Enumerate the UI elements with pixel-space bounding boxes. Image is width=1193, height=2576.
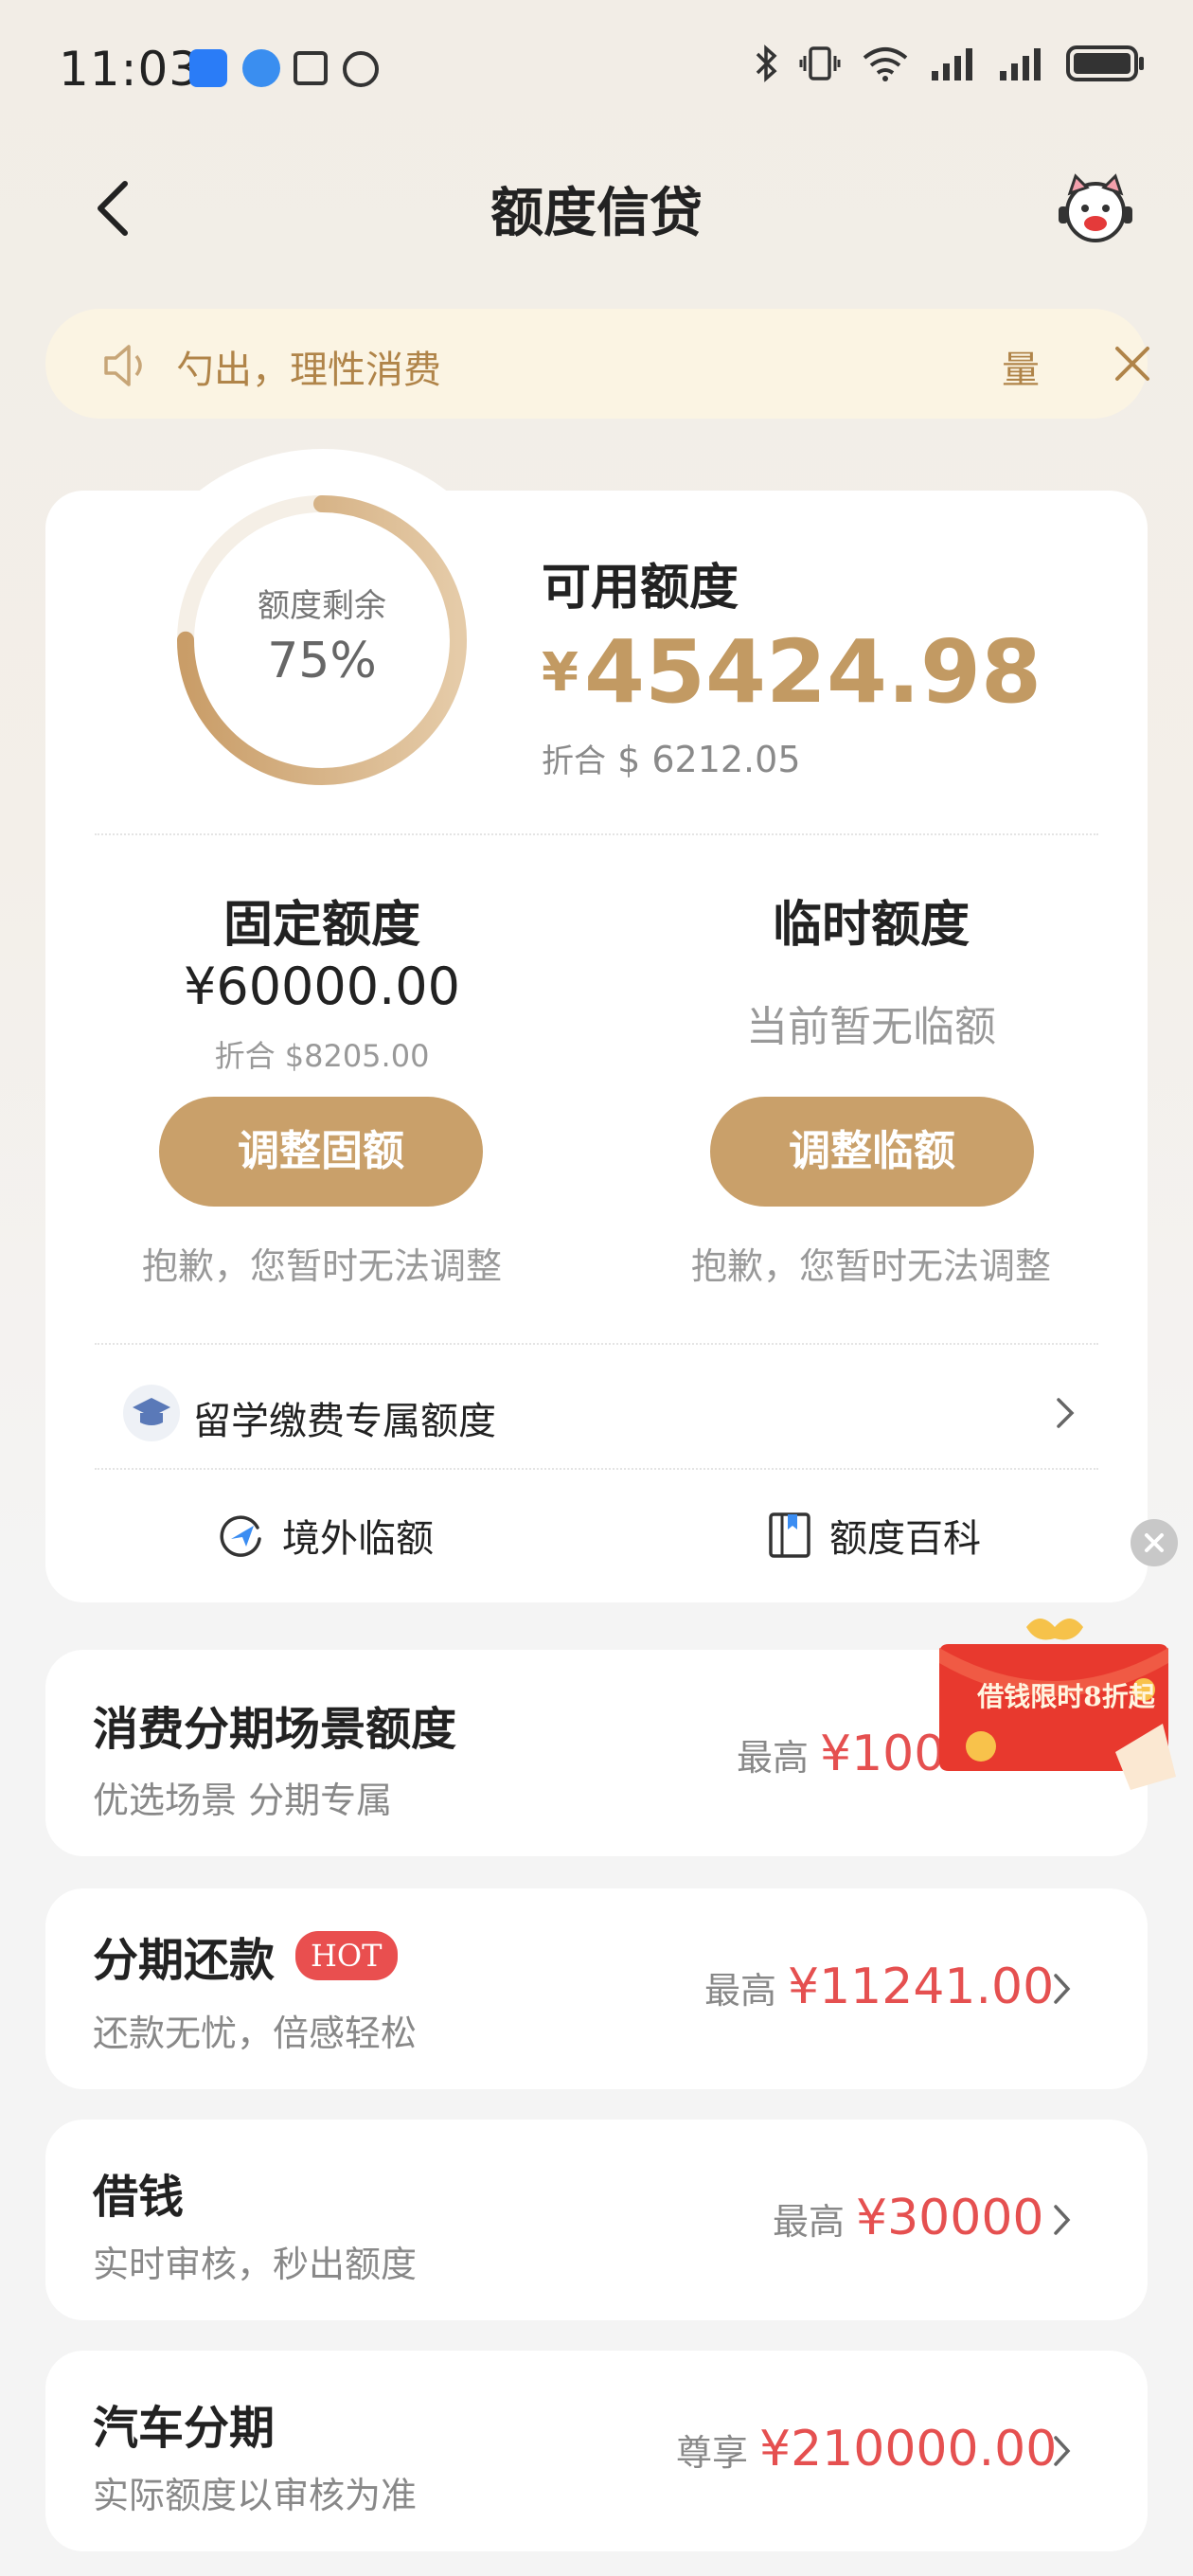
battery-icon: [1066, 45, 1144, 81]
overseas-temp-credit-link[interactable]: 境外临额: [216, 1502, 434, 1568]
signal-1-icon: [932, 48, 972, 80]
product-title-row: 分期还款 HOT: [93, 1923, 398, 1989]
study-abroad-credit-label: 留学缴费专属额度: [193, 1400, 496, 1443]
currency-symbol: ¥: [542, 642, 579, 704]
back-arrow-icon[interactable]: [85, 170, 142, 246]
status-time: 11:03: [59, 42, 201, 97]
fixed-credit-amount: ¥60000.00: [183, 957, 461, 1016]
limit-prefix: 最高: [737, 1737, 810, 1779]
product-title: 分期还款: [93, 1934, 276, 1987]
temp-credit-none: 当前暂无临额: [746, 1003, 996, 1051]
fixed-credit-usd: 折合 $8205.00: [214, 1038, 430, 1074]
fixed-adjust-note: 抱歉，您暂时无法调整: [141, 1245, 502, 1287]
notice-bar[interactable]: 勺出，理性消费 量: [45, 309, 1149, 419]
app-notification-icon: [189, 49, 227, 87]
divider: [95, 833, 1098, 835]
usd-amount: $ 6212.05: [617, 739, 801, 780]
credit-wiki-label: 额度百科: [829, 1517, 981, 1561]
product-title: 消费分期场景额度: [93, 1703, 457, 1756]
notice-text-tail: 量: [1002, 349, 1040, 392]
limit-value: ¥30000: [856, 2190, 1044, 2246]
signal-2-icon: [1000, 48, 1041, 80]
limit-prefix: 最高: [773, 2201, 846, 2243]
limit-value: ¥210000.00: [759, 2421, 1058, 2478]
overseas-temp-credit-label: 境外临额: [282, 1517, 434, 1561]
ring-label: 额度剩余: [258, 587, 386, 625]
nfc-icon: [294, 51, 328, 85]
product-limit: 尊享 ¥210000.00: [676, 2421, 1057, 2478]
ring-percent: 75%: [267, 633, 377, 689]
chevron-right-icon: [1057, 1398, 1075, 1428]
adjust-temp-button[interactable]: 调整临额: [710, 1097, 1034, 1207]
red-envelope-promo[interactable]: 借钱限时8折起: [935, 1610, 1184, 1799]
chevron-right-icon: [1054, 1974, 1071, 2004]
divider: [95, 1468, 1098, 1470]
product-subtitle: 实时审核，秒出额度: [93, 2244, 418, 2285]
limit-prefix: 尊享: [676, 2432, 749, 2474]
mascot-service-icon[interactable]: [1053, 170, 1138, 246]
wifi-icon: [863, 47, 908, 81]
product-limit: 最高 ¥100: [737, 1726, 945, 1782]
status-right-icons: [754, 44, 1146, 83]
limit-prefix: 最高: [704, 1970, 777, 2012]
available-credit-amount: ¥45424.98: [542, 621, 1042, 723]
speaker-icon: [104, 345, 142, 386]
alarm-icon: [343, 51, 379, 87]
credit-wiki-link[interactable]: 额度百科: [767, 1502, 981, 1568]
limit-value: ¥11241.00: [788, 1959, 1055, 2015]
robot-notification-icon: [242, 49, 280, 87]
product-card-borrow[interactable]: 借钱 实时审核，秒出额度 最高 ¥30000: [45, 2120, 1148, 2320]
vibrate-icon: [799, 46, 841, 80]
promo-text: 借钱限时8折起: [977, 1681, 1155, 1712]
notice-text: 勺出，理性消费: [176, 349, 441, 392]
product-limit: 最高 ¥11241.00: [704, 1959, 1054, 2015]
hot-badge: HOT: [295, 1931, 398, 1980]
limit-value: ¥100: [820, 1726, 946, 1782]
product-card-installment-repayment[interactable]: 分期还款 HOT 还款无忧，倍感轻松 最高 ¥11241.00: [45, 1888, 1148, 2089]
float-close-icon[interactable]: [1131, 1519, 1178, 1566]
adjust-fixed-button[interactable]: 调整固额: [159, 1097, 483, 1207]
available-credit-label: 可用额度: [542, 560, 739, 617]
usd-prefix: 折合: [542, 742, 606, 780]
product-title: 借钱: [93, 2171, 185, 2224]
page-title: 额度信贷: [490, 183, 703, 244]
available-amount-value: 45424.98: [583, 621, 1042, 723]
product-limit: 最高 ¥30000: [773, 2190, 1044, 2246]
product-title: 汽车分期: [93, 2402, 276, 2455]
graduation-cap-icon: [123, 1385, 180, 1441]
book-icon: [769, 1512, 810, 1558]
bluetooth-icon: [756, 45, 777, 82]
product-subtitle: 还款无忧，倍感轻松: [93, 2012, 418, 2054]
product-subtitle: 实际额度以审核为准: [93, 2475, 418, 2516]
notice-close-icon[interactable]: [1106, 337, 1159, 390]
divider: [95, 1343, 1098, 1345]
temp-adjust-note: 抱歉，您暂时无法调整: [690, 1245, 1051, 1287]
chevron-right-icon: [1054, 2205, 1071, 2235]
status-bar: 11:03: [0, 0, 1193, 133]
chevron-right-icon: [1054, 2436, 1071, 2466]
available-usd: 折合 $ 6212.05: [542, 735, 801, 781]
plane-refresh-icon: [220, 1515, 261, 1557]
product-card-car-installment[interactable]: 汽车分期 实际额度以审核为准 尊享 ¥210000.00: [45, 2351, 1148, 2551]
study-abroad-credit-row[interactable]: 留学缴费专属额度: [95, 1371, 1098, 1455]
temp-credit-title: 临时额度: [772, 897, 970, 954]
product-subtitle: 优选场景 分期专属: [93, 1780, 393, 1821]
fixed-credit-title: 固定额度: [223, 897, 420, 954]
